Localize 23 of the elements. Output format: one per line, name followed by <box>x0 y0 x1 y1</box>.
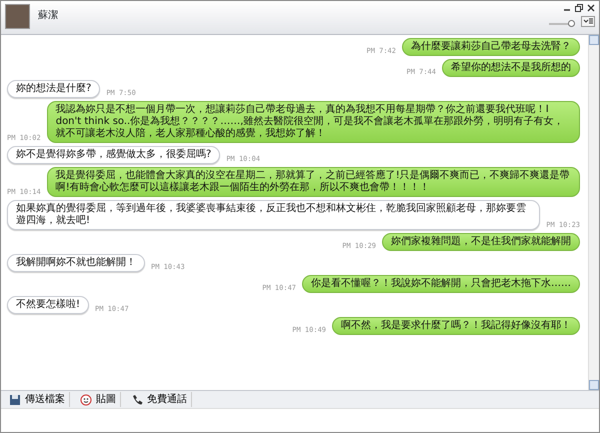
close-icon[interactable] <box>587 4 595 12</box>
avatar-photo-placeholder <box>5 4 30 29</box>
message-bubble: 我認為妳只是不想一個月帶一次，想讓莉莎自己帶老母過去，真的為我想不用每星期帶？你之前還要我代班呢！I don't think so..你是為我想？？？？……,雖然去醫院很空閒，可是我不會讓老木孤單在那跟外勞，明明有子有女，就不可讓老木沒人陪，老人家那種心酸的感覺，我想妳了解！ <box>46 101 580 143</box>
message-bubble: 你是看不懂喔？！我說妳不能解開，只會把老木拖下水…… <box>302 275 580 293</box>
phone-icon <box>131 394 143 406</box>
message-bubble: 我是覺得委屈，也能體會大家真的沒空在星期二，那就算了，之前已經答應了!只是偶爾不爽而已，不爽歸不爽還是帶啊!有時會心軟怎麼可以這樣讓老木跟一個陌生的外勞在那，所以不爽也會帶！！！！ <box>46 167 580 197</box>
sticker-face-icon <box>80 394 92 406</box>
message-bubble: 我解開啊妳不就也能解開！ <box>7 254 145 272</box>
toolbar-button[interactable]: 傳送檔案 <box>5 392 70 407</box>
message-bubble: 妳們家複雜問題，不是住我們家就能解開 <box>382 233 580 251</box>
restore-icon[interactable] <box>575 4 583 12</box>
toolbar-button[interactable]: 免費通話 <box>127 392 192 407</box>
message-bubble: 不然要怎樣啦! <box>7 296 90 314</box>
message-bubble: 為什麼要讓莉莎自己帶老母去洗腎？ <box>402 38 580 56</box>
menu-icon[interactable] <box>581 16 595 27</box>
contact-name: 蘇潔 <box>38 8 58 23</box>
message-bubble: 妳不是覺得妳多帶，感覺做太多，很委屈嗎? <box>7 146 220 164</box>
message-bubble: 妳的想法是什麼? <box>7 80 100 98</box>
message-bubble: 如果妳真的覺得委屈，等到過年後，我婆婆喪事結束後，反正我也不想和林文彬住，乾脆我回家照顧老母，那妳要雲遊四海，就去吧! <box>7 200 540 230</box>
toolbar-button[interactable]: 貼圖 <box>76 392 121 407</box>
message-bubble: 啊不然，我是要求什麼了嗎？！我記得好像沒有耶！ <box>332 317 580 335</box>
message-bubble: 希望你的想法不是我所想的 <box>442 59 580 77</box>
scrollbar[interactable] <box>588 35 599 390</box>
